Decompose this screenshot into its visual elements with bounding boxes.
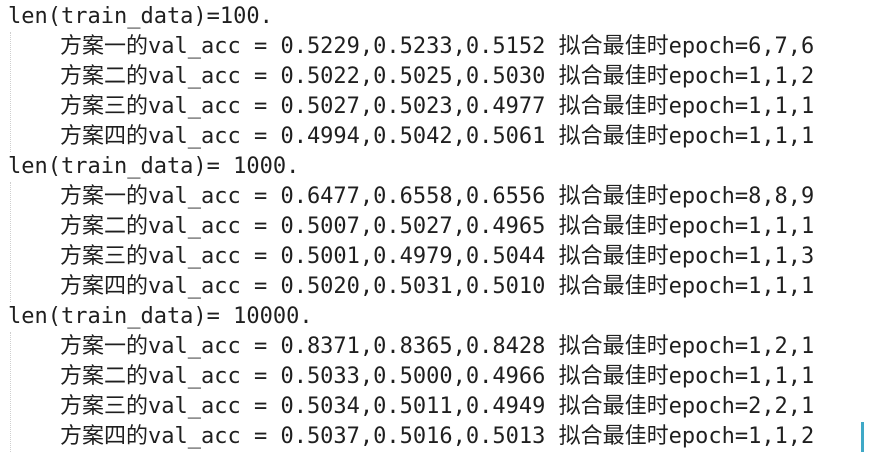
result-line[interactable]: 方案二的val_acc = 0.5033,0.5000,0.4966 拟合最佳时… — [60, 362, 814, 392]
block-header-line[interactable]: len(train_data)= 10000. — [8, 302, 313, 332]
result-line[interactable]: 方案三的val_acc = 0.5001,0.4979,0.5044 拟合最佳时… — [60, 242, 814, 272]
text-editor[interactable]: len(train_data)=100. 方案一的val_acc = 0.522… — [0, 0, 876, 466]
result-line[interactable]: 方案三的val_acc = 0.5027,0.5023,0.4977 拟合最佳时… — [60, 92, 814, 122]
result-line[interactable]: 方案一的val_acc = 0.8371,0.8365,0.8428 拟合最佳时… — [60, 332, 814, 362]
indent-guide — [10, 32, 11, 152]
result-line[interactable]: 方案二的val_acc = 0.5022,0.5025,0.5030 拟合最佳时… — [60, 62, 814, 92]
result-line[interactable]: 方案一的val_acc = 0.5229,0.5233,0.5152 拟合最佳时… — [60, 32, 814, 62]
result-line[interactable]: 方案四的val_acc = 0.4994,0.5042,0.5061 拟合最佳时… — [60, 122, 814, 152]
result-line[interactable]: 方案二的val_acc = 0.5007,0.5027,0.4965 拟合最佳时… — [60, 212, 814, 242]
result-line[interactable]: 方案四的val_acc = 0.5037,0.5016,0.5013 拟合最佳时… — [60, 422, 814, 452]
result-line[interactable]: 方案一的val_acc = 0.6477,0.6558,0.6556 拟合最佳时… — [60, 182, 814, 212]
block-header-line[interactable]: len(train_data)= 1000. — [8, 152, 299, 182]
indent-guide — [10, 182, 11, 302]
block-header-line[interactable]: len(train_data)=100. — [8, 2, 273, 32]
result-line[interactable]: 方案三的val_acc = 0.5034,0.5011,0.4949 拟合最佳时… — [60, 392, 814, 422]
indent-guide — [10, 332, 11, 452]
result-line[interactable]: 方案四的val_acc = 0.5020,0.5031,0.5010 拟合最佳时… — [60, 272, 814, 302]
text-cursor — [861, 422, 864, 452]
